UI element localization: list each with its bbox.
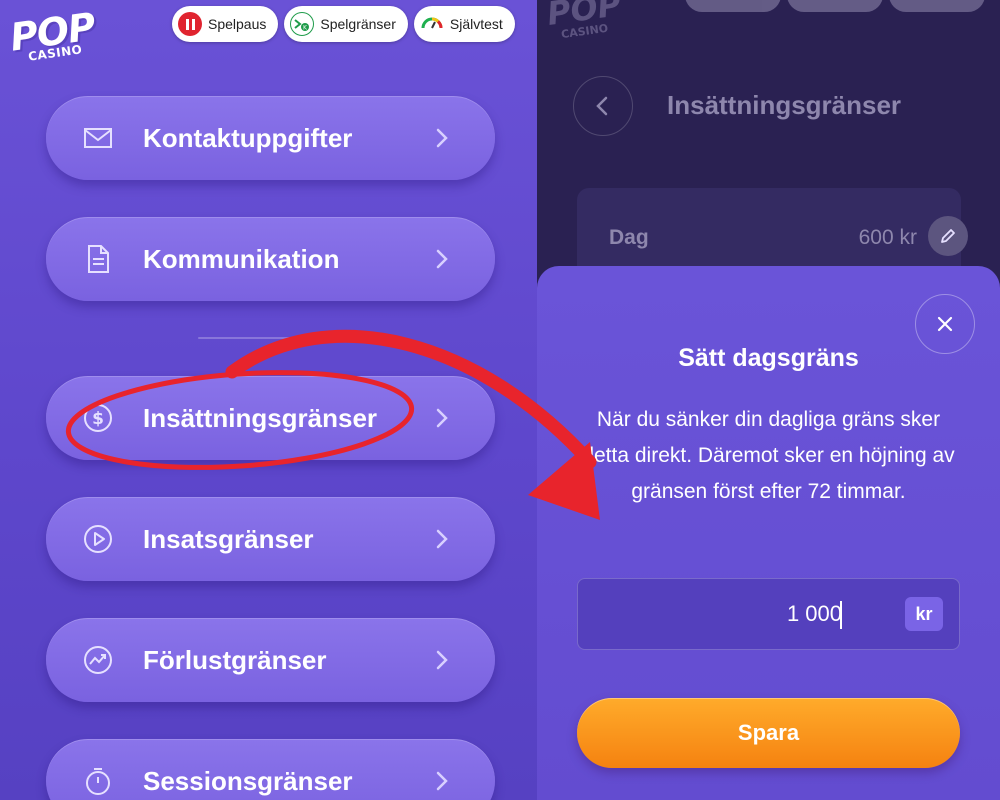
chevron-right-icon <box>436 249 448 269</box>
save-button[interactable]: Spara <box>577 698 960 768</box>
spelgranser-button[interactable]: K Spelgränser <box>284 6 408 42</box>
menu-item-insatsgranser[interactable]: Insatsgränser <box>46 497 495 581</box>
chevron-right-icon <box>436 128 448 148</box>
menu-item-kontaktuppgifter[interactable]: Kontaktuppgifter <box>46 96 495 180</box>
chevron-right-icon <box>436 650 448 670</box>
pause-icon <box>178 12 202 36</box>
pill-label: Spelpaus <box>208 16 267 32</box>
dialog-description: När du sänker din dagliga gräns sker det… <box>582 408 955 503</box>
day-limit-value: 600 kr <box>858 226 917 249</box>
screen-title: Insättningsgränser <box>667 90 902 120</box>
deposit-limit-panel: POP CASINO Insättningsgränser Dag 600 kr… <box>537 0 1000 800</box>
dollar-coin-icon: $ <box>84 404 112 432</box>
dimmed-pills <box>685 0 985 12</box>
menu-divider <box>198 337 344 339</box>
menu-item-label: Insatsgränser <box>143 524 314 554</box>
dialog-title: Sätt dagsgräns <box>678 344 859 372</box>
menu-item-label: Kommunikation <box>143 244 340 274</box>
stopwatch-icon <box>86 768 110 795</box>
chevron-right-icon <box>436 408 448 428</box>
menu-item-forlustgranser[interactable]: Förlustgränser <box>46 618 495 702</box>
text-caret <box>840 601 842 629</box>
close-icon <box>937 316 953 332</box>
menu-item-label: Sessionsgränser <box>143 766 353 796</box>
amount-input[interactable]: 1 000 kr <box>577 578 960 650</box>
chevron-left-icon <box>596 96 608 116</box>
menu-item-kommunikation[interactable]: Kommunikation <box>46 217 495 301</box>
responsible-gaming-pills: Spelpaus K Spelgränser Självtest <box>172 6 515 42</box>
edit-day-limit-button[interactable] <box>928 216 968 256</box>
pill-label: Spelgränser <box>320 16 396 32</box>
chevron-right-icon <box>436 771 448 791</box>
menu-item-sessionsgranser[interactable]: Sessionsgränser <box>46 739 495 800</box>
envelope-icon <box>84 128 112 148</box>
sjalvtest-button[interactable]: Självtest <box>413 6 515 42</box>
menu-item-insattningsgranser[interactable]: $ Insättningsgränser <box>46 376 495 460</box>
pencil-icon <box>941 229 955 243</box>
menu-item-label: Insättningsgränser <box>143 403 378 433</box>
set-day-limit-dialog: Sätt dagsgräns När du sänker din dagliga… <box>537 266 1000 800</box>
svg-text:$: $ <box>92 409 104 429</box>
play-circle-icon <box>84 525 112 553</box>
gauge-icon <box>419 12 444 36</box>
limits-icon: K <box>290 12 315 36</box>
amount-value: 1 000 <box>786 601 842 626</box>
spelpaus-button[interactable]: Spelpaus <box>172 6 279 42</box>
settings-menu-panel: POP CASINO Spelpaus K Spelgränser Självt… <box>0 0 537 800</box>
currency-unit-badge: kr <box>905 597 943 631</box>
pop-casino-logo-dimmed: POP CASINO <box>545 0 624 41</box>
back-button[interactable] <box>573 76 633 136</box>
menu-item-label: Förlustgränser <box>143 645 327 675</box>
document-icon <box>88 245 109 273</box>
chevron-right-icon <box>436 529 448 549</box>
pill-label: Självtest <box>449 16 503 32</box>
trend-down-icon <box>84 646 112 674</box>
menu-item-label: Kontaktuppgifter <box>143 123 353 153</box>
day-limit-label: Dag <box>609 226 649 249</box>
pop-casino-logo[interactable]: POP CASINO <box>7 4 97 72</box>
